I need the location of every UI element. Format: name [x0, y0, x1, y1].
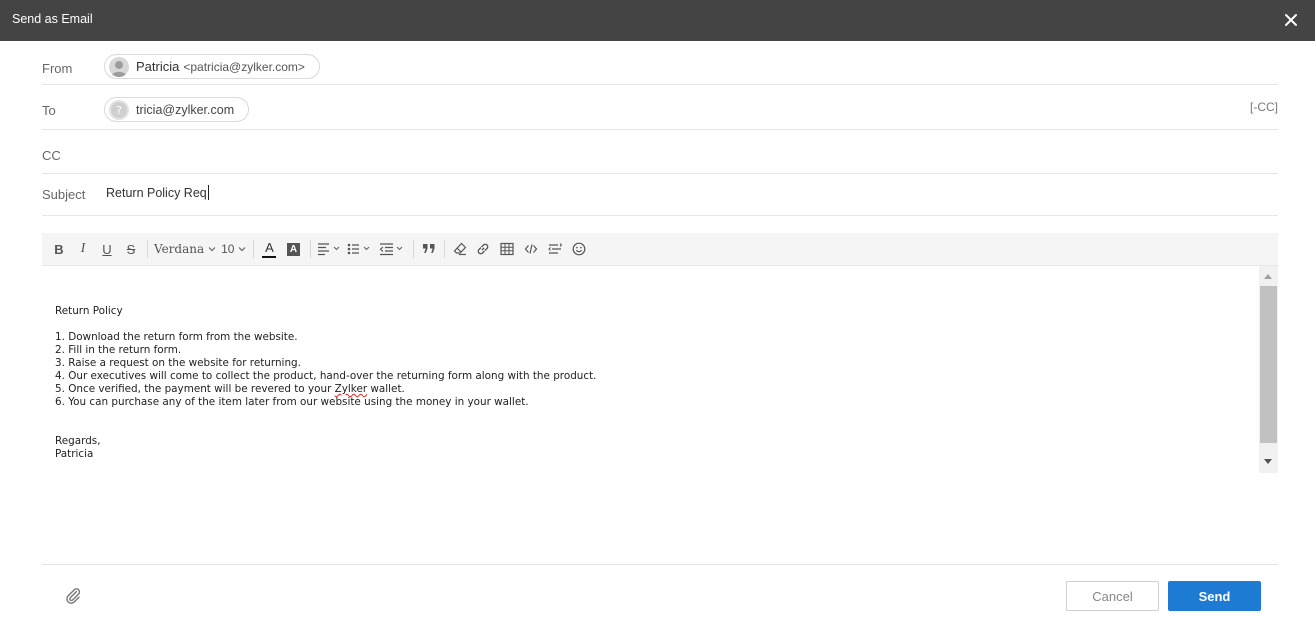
text-caret	[207, 185, 209, 200]
editor-scrollbar[interactable]	[1259, 266, 1278, 473]
from-row: From Patricia <patricia@zylker.com>	[42, 49, 1278, 85]
subject-label: Subject	[42, 187, 86, 202]
link-icon[interactable]	[471, 237, 495, 261]
toolbar-separator	[310, 240, 312, 258]
toolbar-separator	[147, 240, 148, 258]
text-color-icon[interactable]: A	[258, 237, 280, 261]
toolbar-separator	[413, 240, 415, 258]
body-heading: Return Policy	[55, 305, 123, 317]
subject-text: Return Policy Req	[106, 186, 207, 200]
misspelled-word[interactable]: Zylker	[335, 383, 367, 395]
body-line: 3. Raise a request on the website for re…	[55, 357, 301, 369]
align-icon[interactable]	[315, 237, 345, 261]
body-line: 1. Download the return form from the web…	[55, 331, 298, 343]
from-label: From	[42, 61, 73, 76]
body-regards: Regards,	[55, 435, 101, 447]
background-color-icon[interactable]: A	[280, 237, 306, 261]
from-email: <patricia@zylker.com>	[183, 59, 305, 74]
send-button[interactable]: Send	[1168, 581, 1261, 611]
quote-icon[interactable]	[418, 237, 440, 261]
footer-divider	[42, 564, 1278, 565]
scroll-up-arrow[interactable]	[1264, 274, 1272, 279]
body-line-tail: wallet.	[367, 383, 405, 395]
cancel-button[interactable]: Cancel	[1066, 581, 1159, 611]
bold-icon[interactable]: B	[47, 237, 71, 261]
to-label: To	[42, 103, 56, 118]
underline-icon[interactable]: U	[95, 237, 119, 261]
body-line: 2. Fill in the return form.	[55, 344, 182, 356]
list-icon[interactable]	[345, 237, 377, 261]
subject-row: Subject Return Policy Req	[42, 174, 1278, 216]
table-icon[interactable]	[495, 237, 519, 261]
indent-icon[interactable]	[377, 237, 409, 261]
strikethrough-icon[interactable]: S	[119, 237, 143, 261]
cc-toggle-link[interactable]: [-CC]	[1250, 100, 1278, 114]
message-editor[interactable]: Return Policy 1. Download the return for…	[42, 266, 1278, 473]
bg-color-letter: A	[286, 242, 300, 256]
svg-text:?: ?	[116, 104, 122, 117]
body-line: 6. You can purchase any of the item late…	[55, 396, 529, 408]
dialog-title: Send as Email	[12, 12, 93, 26]
scrollbar-thumb[interactable]	[1260, 286, 1277, 443]
body-line: 4. Our executives will come to collect t…	[55, 370, 597, 382]
italic-icon[interactable]: I	[71, 237, 95, 261]
emoji-icon[interactable]	[567, 237, 591, 261]
body-line: 5. Once verified, the payment will be re…	[55, 383, 335, 395]
code-icon[interactable]	[519, 237, 543, 261]
toolbar-separator	[253, 240, 255, 258]
text-color-swatch	[262, 255, 277, 258]
cc-label: CC	[42, 148, 61, 163]
scroll-down-arrow[interactable]	[1264, 459, 1272, 464]
message-body: Return Policy 1. Download the return for…	[55, 305, 596, 461]
to-recipient-chip[interactable]: ? tricia@zylker.com	[104, 97, 250, 122]
cc-row[interactable]: CC	[42, 130, 1278, 174]
font-family-value: Verdana	[154, 242, 205, 256]
text-direction-icon[interactable]	[543, 237, 567, 261]
avatar	[109, 56, 129, 77]
to-email: tricia@zylker.com	[136, 102, 235, 117]
font-size-select[interactable]: 10	[219, 237, 249, 261]
font-family-select[interactable]: Verdana	[152, 237, 219, 261]
format-toolbar: B I U S Verdana 10 A A	[42, 233, 1278, 266]
clear-format-icon[interactable]	[449, 237, 471, 261]
chevron-down-icon	[239, 247, 246, 252]
close-icon[interactable]	[1281, 10, 1301, 30]
chevron-down-icon	[208, 247, 216, 252]
paperclip-icon[interactable]	[64, 586, 82, 604]
text-color-letter: A	[265, 239, 274, 255]
font-size-value: 10	[221, 242, 235, 256]
from-name: Patricia	[136, 59, 180, 74]
unknown-contact-icon: ?	[109, 99, 129, 120]
body-signature: Patricia	[55, 448, 94, 460]
subject-input[interactable]: Return Policy Req	[106, 185, 209, 200]
toolbar-separator	[444, 240, 446, 258]
to-row: To ? tricia@zylker.com [-CC]	[42, 85, 1278, 130]
dialog-titlebar: Send as Email	[0, 0, 1315, 41]
from-chip[interactable]: Patricia <patricia@zylker.com>	[104, 54, 320, 79]
